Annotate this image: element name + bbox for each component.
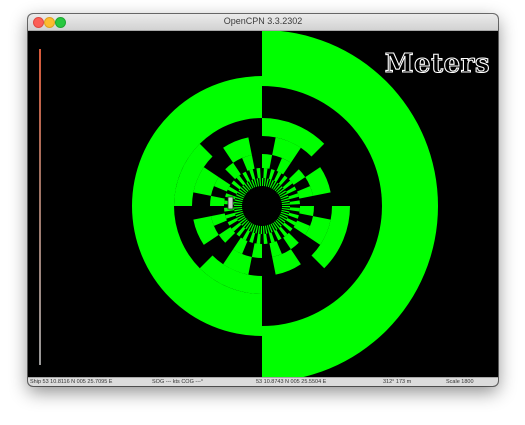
ring4-block	[257, 225, 261, 234]
ring3-block	[278, 226, 288, 237]
ring2-block	[251, 243, 262, 258]
ring3-block	[273, 171, 282, 182]
ring3-block	[288, 193, 299, 200]
ring3-block	[263, 233, 268, 244]
ring3-block	[282, 180, 293, 190]
ring3-block	[236, 226, 246, 237]
ring3-block	[227, 217, 238, 226]
ring4-block	[234, 204, 243, 206]
radar-pattern	[132, 31, 438, 377]
ring3-block	[227, 186, 238, 195]
ring2-block	[299, 206, 314, 217]
ring4-block	[244, 183, 251, 191]
ownship-icon[interactable]	[227, 196, 234, 210]
units-label: Meters	[384, 48, 490, 79]
ring3-block	[286, 186, 297, 195]
ring4-block	[281, 203, 290, 206]
ring3-block	[249, 169, 256, 180]
ring4-block	[259, 178, 262, 187]
sog-cog: SOG --- kts COG ---°	[152, 379, 204, 385]
ring3-block	[242, 230, 251, 241]
ring4-block	[256, 178, 260, 187]
ring3-block	[273, 230, 282, 241]
ring3-block	[289, 200, 300, 205]
ring4-block	[260, 225, 262, 234]
ring3-block	[288, 212, 299, 219]
ring4-block	[234, 201, 243, 205]
ring3-block	[231, 180, 242, 190]
ring4-block	[240, 187, 248, 194]
ring4-block	[239, 217, 247, 224]
ship-position: Ship 53 10.8116 N 005 25.7095 E	[30, 379, 113, 385]
bearing-range: 312° 173 m	[383, 379, 412, 385]
ring4-block	[263, 178, 267, 187]
status-bar: Ship 53 10.8116 N 005 25.7095 E SOG --- …	[28, 377, 498, 386]
ring3-block	[256, 168, 261, 179]
ring3-block	[236, 175, 246, 186]
ring3-block	[289, 207, 300, 212]
ring4-block	[276, 186, 283, 193]
ring3-block	[268, 232, 275, 243]
ring2-block	[242, 154, 255, 171]
app-window: OpenCPN 3.3.2302 Meters Ship 53 10.8116 …	[28, 14, 498, 386]
ring3-block	[231, 222, 242, 232]
ring4-block	[262, 225, 265, 234]
ring4-block	[241, 219, 248, 226]
ring2-block	[210, 195, 225, 206]
ring4-block	[281, 207, 290, 211]
ring3-block	[249, 232, 256, 243]
ring3-block	[242, 171, 251, 182]
ring3-block	[256, 233, 261, 244]
ring4-block	[234, 208, 243, 212]
ring2-block	[262, 154, 273, 169]
ring4-block	[274, 184, 281, 192]
cursor-position: 53 10.8743 N 005 25.5504 E	[256, 379, 327, 385]
ring2-block	[297, 186, 314, 199]
chart-canvas[interactable]: Meters	[28, 31, 498, 377]
ring4-block	[242, 185, 249, 192]
ring4-block	[281, 200, 290, 204]
ring4-block	[273, 221, 280, 229]
ring4-block	[262, 178, 264, 187]
center-hole	[244, 188, 280, 224]
ring3-block	[286, 217, 297, 226]
title-bar[interactable]: OpenCPN 3.3.2302	[28, 14, 498, 31]
ring4-block	[277, 188, 285, 195]
ring3-block	[282, 222, 293, 232]
ring3-block	[225, 212, 236, 219]
ring4-block	[281, 206, 290, 208]
ring2-block	[210, 213, 227, 226]
ring4-block	[243, 220, 250, 228]
ring3-block	[278, 175, 288, 186]
chart-scale: Scale 1800	[446, 379, 474, 385]
ring4-block	[276, 218, 284, 225]
ring3-block	[263, 168, 268, 179]
ring4-block	[264, 225, 268, 234]
ring4-block	[234, 206, 243, 209]
ring3-block	[268, 169, 275, 180]
ring2-block	[269, 241, 282, 258]
ring4-block	[275, 220, 282, 227]
window-title: OpenCPN 3.3.2302	[223, 16, 303, 26]
